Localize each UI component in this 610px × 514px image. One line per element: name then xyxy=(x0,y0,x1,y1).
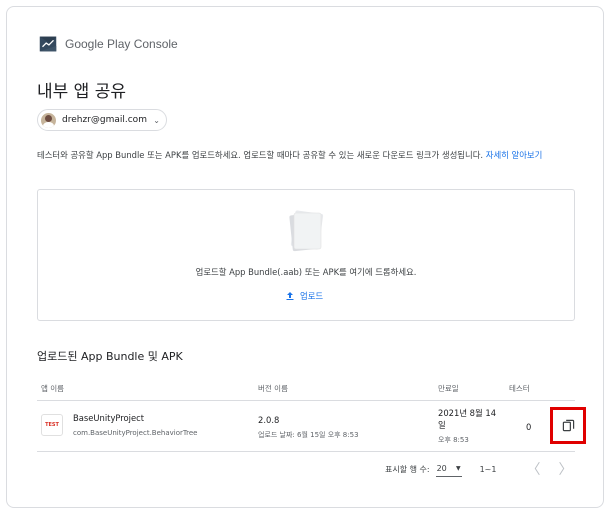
upload-button[interactable]: 업로드 xyxy=(285,290,323,302)
rows-per-page-select[interactable]: 20 ▼ xyxy=(435,461,462,477)
drop-prompt: 업로드할 App Bundle(.aab) 또는 APK를 여기에 드롭하세요. xyxy=(195,267,417,277)
table-header: 앱 이름 버전 이름 만료일 테스터 xyxy=(37,379,575,401)
expiry-date: 2021년 8월 14일 xyxy=(438,408,497,430)
play-console-logo-icon xyxy=(39,36,57,52)
account-email: drehzr@gmail.com xyxy=(62,115,147,125)
caret-down-icon: ▼ xyxy=(455,465,461,472)
table-row[interactable]: TEST BaseUnityProject com.BaseUnityProje… xyxy=(37,402,586,452)
description-text: 테스터와 공유할 App Bundle 또는 APK를 업로드하세요. 업로드할… xyxy=(37,150,486,160)
column-app-name[interactable]: 앱 이름 xyxy=(41,383,64,394)
upload-date: 업로드 날짜: 6월 15일 오후 8:53 xyxy=(258,431,359,439)
app-name: BaseUnityProject xyxy=(73,413,145,423)
console-panel: Google Play Console 내부 앱 공유 drehzr@gmail… xyxy=(6,6,604,508)
page-title: 내부 앱 공유 xyxy=(37,82,127,102)
upload-icon xyxy=(286,292,294,300)
brand[interactable]: Google Play Console xyxy=(37,33,178,55)
chevron-down-icon: ⌄ xyxy=(153,115,160,125)
page-range: 1~1 xyxy=(479,464,497,474)
column-testers[interactable]: 테스터 xyxy=(509,383,530,394)
expiry-time: 오후 8:53 xyxy=(438,436,469,444)
page-description: 테스터와 공유할 App Bundle 또는 APK를 업로드하세요. 업로드할… xyxy=(37,149,577,161)
avatar xyxy=(41,112,56,128)
account-switcher[interactable]: drehzr@gmail.com ⌄ xyxy=(37,109,167,131)
copy-link-button[interactable] xyxy=(550,407,586,444)
uploaded-section-title: 업로드된 App Bundle 및 APK xyxy=(37,350,183,363)
version-name: 2.0.8 xyxy=(258,415,280,425)
rows-per-page-label: 표시할 행 수: xyxy=(385,464,430,474)
app-package: com.BaseUnityProject.BehaviorTree xyxy=(73,429,198,437)
brand-name: Google Play Console xyxy=(65,37,178,51)
upload-drop-zone[interactable]: 업로드할 App Bundle(.aab) 또는 APK를 여기에 드롭하세요.… xyxy=(37,189,575,321)
document-stack-icon xyxy=(289,210,324,252)
rows-per-page-value: 20 xyxy=(436,464,447,473)
column-version[interactable]: 버전 이름 xyxy=(258,383,288,394)
next-page-button[interactable]: 〉 xyxy=(558,459,572,479)
learn-more-link[interactable]: 자세히 알아보기 xyxy=(486,150,543,160)
copy-icon xyxy=(562,419,574,432)
previous-page-button[interactable]: 〈 xyxy=(526,459,540,479)
column-expiry[interactable]: 만료일 xyxy=(438,383,459,394)
pagination: 표시할 행 수: 20 ▼ 1~1 〈 〉 xyxy=(385,459,572,479)
tester-count: 0 xyxy=(526,422,532,432)
upload-button-label: 업로드 xyxy=(300,291,324,301)
app-icon: TEST xyxy=(41,414,63,436)
